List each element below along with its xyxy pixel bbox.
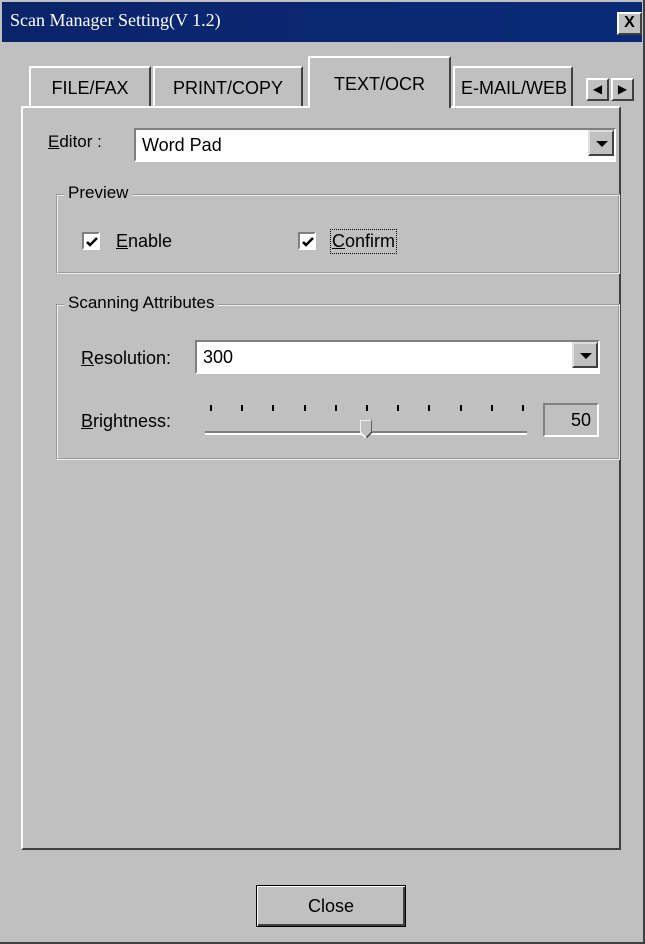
- slider-tick: [397, 405, 400, 411]
- slider-tick: [241, 405, 244, 411]
- chevron-down-icon: [596, 141, 608, 147]
- tab-label: FILE/FAX: [51, 78, 129, 98]
- preview-group-title: Preview: [64, 183, 133, 203]
- brightness-value-box: 50: [543, 403, 599, 437]
- tab-scroll-right-button[interactable]: ▶: [611, 78, 634, 101]
- window-close-button[interactable]: X: [617, 12, 642, 35]
- slider-tick: [210, 405, 212, 411]
- preview-group: Preview Enable Confirm: [56, 183, 620, 274]
- checkmark-icon: [302, 237, 314, 247]
- tab-print-copy[interactable]: PRINT/COPY: [153, 66, 303, 106]
- resolution-select-value: 300: [203, 347, 234, 367]
- brightness-label: Brightness:: [81, 411, 172, 431]
- tab-text-ocr[interactable]: TEXT/OCR: [308, 56, 451, 108]
- slider-tick: [366, 405, 368, 411]
- slider-tick: [522, 405, 524, 411]
- close-icon: X: [624, 14, 635, 31]
- slider-tick: [303, 405, 306, 411]
- arrow-right-icon: ▶: [617, 82, 628, 96]
- brightness-slider-thumb[interactable]: [360, 420, 372, 438]
- tab-email-web[interactable]: E-MAIL/WEB: [453, 66, 573, 106]
- arrow-left-icon: ◀: [592, 82, 603, 96]
- chevron-down-icon: [580, 353, 592, 359]
- editor-dropdown-button[interactable]: [588, 130, 614, 156]
- enable-label[interactable]: Enable: [116, 231, 172, 252]
- resolution-dropdown-button[interactable]: [572, 342, 598, 368]
- slider-tick: [459, 405, 462, 411]
- resolution-label: Resolution:: [81, 348, 172, 368]
- slider-tick: [428, 405, 431, 411]
- tab-label: E-MAIL/WEB: [461, 78, 568, 98]
- tab-label: PRINT/COPY: [172, 78, 283, 98]
- close-button-label: Close: [307, 896, 355, 916]
- slider-tick: [490, 405, 493, 411]
- enable-checkbox[interactable]: [82, 232, 100, 250]
- close-button[interactable]: Close: [256, 885, 406, 927]
- scanning-attributes-group: Scanning Attributes: [56, 293, 620, 460]
- slider-tick: [272, 405, 275, 411]
- confirm-checkbox[interactable]: [298, 232, 316, 250]
- editor-select-value: Word Pad: [142, 135, 222, 155]
- tab-file-fax[interactable]: FILE/FAX: [29, 66, 151, 106]
- resolution-select[interactable]: 300: [195, 340, 600, 374]
- confirm-label[interactable]: Confirm: [329, 229, 398, 254]
- title-bar[interactable]: Scan Manager Setting(V 1.2) X: [2, 2, 642, 42]
- window-title: Scan Manager Setting(V 1.2): [10, 10, 221, 30]
- checkmark-icon: [86, 237, 98, 247]
- scanning-attributes-title: Scanning Attributes: [64, 293, 219, 313]
- tab-label: TEXT/OCR: [333, 74, 425, 94]
- slider-tick: [334, 405, 337, 411]
- tab-scroll-left-button[interactable]: ◀: [586, 78, 609, 101]
- dialog-window: Scan Manager Setting(V 1.2) X FILE/FAX P…: [0, 0, 645, 944]
- editor-select[interactable]: Word Pad: [134, 128, 616, 162]
